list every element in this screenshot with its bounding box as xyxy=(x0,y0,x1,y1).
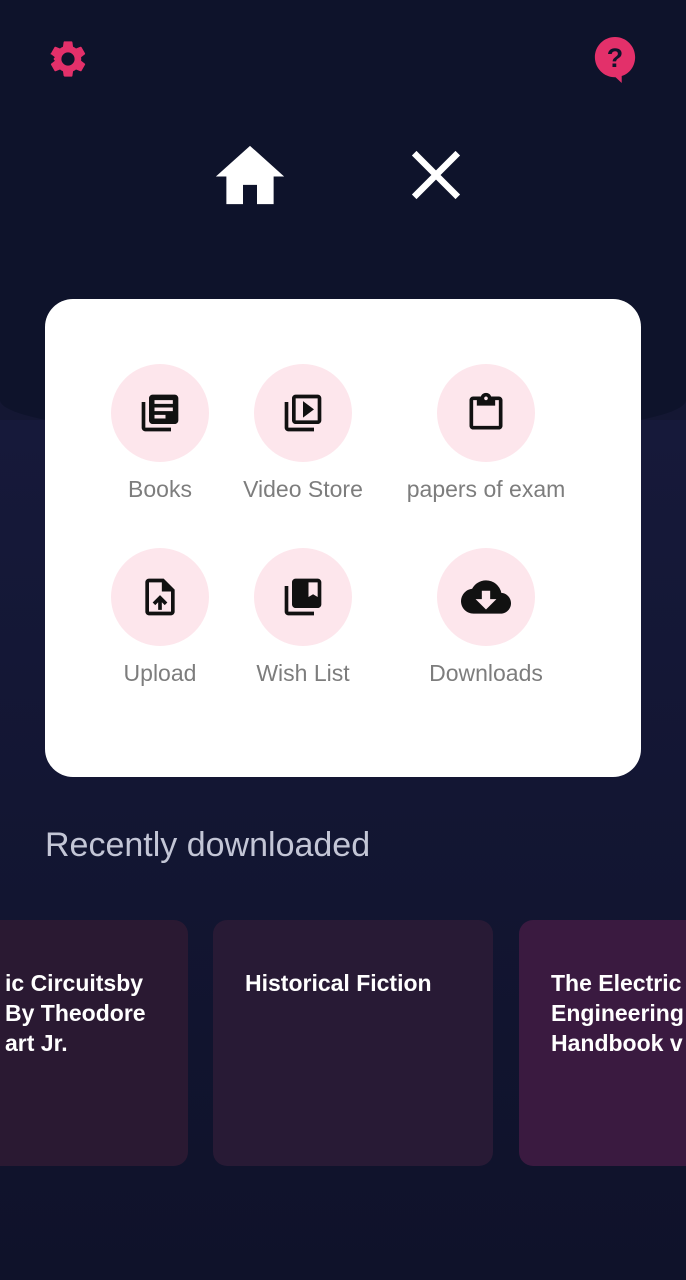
svg-text:?: ? xyxy=(607,43,623,73)
file-upload-icon xyxy=(145,578,175,616)
menu-item-label: Books xyxy=(128,476,192,502)
close-icon xyxy=(411,150,461,200)
gear-icon xyxy=(50,41,86,77)
menu-item-label: Upload xyxy=(123,660,197,686)
recent-book-title: ic Circuitsby By Theodore art Jr. xyxy=(5,970,146,1056)
recent-section-title: Recently downloaded xyxy=(45,826,371,864)
recent-book-card[interactable]: The Electric Engineering Handbook v xyxy=(519,920,686,1166)
menu-item-papers-of-exam[interactable]: papers of exam xyxy=(396,364,576,503)
menu-item-label: papers of exam xyxy=(406,476,566,502)
recent-book-card[interactable]: ic Circuitsby By Theodore art Jr. xyxy=(0,920,188,1166)
cloud-download-icon xyxy=(461,580,511,614)
bookmark-collection-icon xyxy=(284,578,322,616)
menu-item-video-store[interactable]: Video Store xyxy=(213,364,393,503)
books-icon xyxy=(141,394,179,432)
menu-card: Books Video Store papers of exam Upload xyxy=(45,299,641,777)
help-button[interactable]: ? xyxy=(590,33,640,85)
upload-icon-circle xyxy=(111,548,209,646)
home-button[interactable] xyxy=(212,140,288,210)
downloads-icon-circle xyxy=(437,548,535,646)
close-button[interactable] xyxy=(405,145,467,205)
books-icon-circle xyxy=(111,364,209,462)
video-icon-circle xyxy=(254,364,352,462)
video-library-icon xyxy=(284,394,322,432)
settings-button[interactable] xyxy=(44,35,92,83)
menu-item-label: Wish List xyxy=(256,660,350,686)
menu-item-label: Video Store xyxy=(243,476,363,502)
recent-book-title: The Electric Engineering Handbook v xyxy=(551,970,684,1056)
recent-book-card[interactable]: Historical Fiction xyxy=(213,920,493,1166)
menu-item-label: Downloads xyxy=(429,660,543,686)
menu-item-downloads[interactable]: Downloads xyxy=(396,548,576,687)
menu-item-wish-list[interactable]: Wish List xyxy=(213,548,393,687)
recent-book-title: Historical Fiction xyxy=(245,970,432,996)
home-icon xyxy=(215,145,285,205)
help-bubble-icon: ? xyxy=(594,36,636,83)
clipboard-icon xyxy=(469,392,503,430)
wishlist-icon-circle xyxy=(254,548,352,646)
clipboard-icon-circle xyxy=(437,364,535,462)
